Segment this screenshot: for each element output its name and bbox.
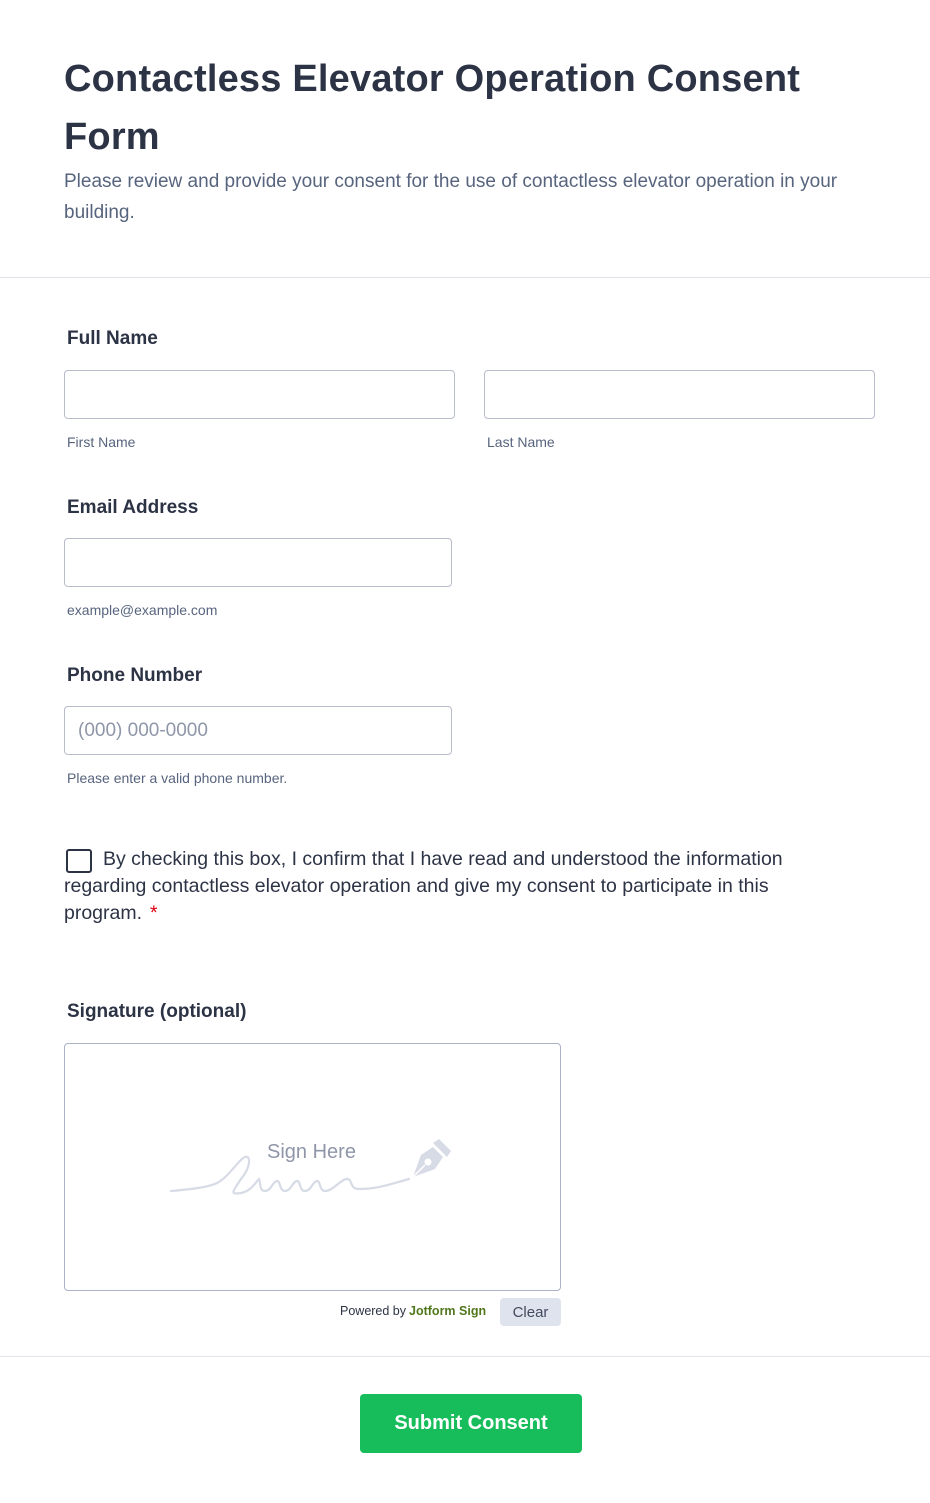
email-input[interactable] bbox=[65, 539, 451, 586]
jotform-sign-brand[interactable]: Jotform Sign bbox=[409, 1304, 486, 1318]
email-sublabel: example@example.com bbox=[67, 602, 218, 618]
signature-label: Signature (optional) bbox=[67, 1001, 247, 1022]
clear-signature-button[interactable]: Clear bbox=[500, 1298, 561, 1326]
phone-input[interactable] bbox=[65, 707, 451, 754]
phone-field[interactable] bbox=[64, 706, 452, 755]
first-name-input[interactable] bbox=[65, 371, 454, 418]
submit-button[interactable]: Submit Consent bbox=[360, 1394, 582, 1453]
page-subtitle: Please review and provide your consent f… bbox=[64, 171, 838, 223]
page-title: Contactless Elevator Operation Consent F… bbox=[64, 58, 801, 158]
email-label: Email Address bbox=[67, 497, 199, 518]
form-card: Contactless Elevator Operation Consent F… bbox=[0, 0, 930, 1503]
pen-nib-icon bbox=[412, 1139, 451, 1178]
full-name-label: Full Name bbox=[67, 328, 158, 349]
footer-divider bbox=[0, 1356, 930, 1357]
form-header: Contactless Elevator Operation Consent F… bbox=[0, 0, 930, 278]
required-asterisk: * bbox=[150, 902, 158, 924]
last-name-input[interactable] bbox=[485, 371, 874, 418]
last-name-sublabel: Last Name bbox=[487, 434, 555, 450]
phone-sublabel: Please enter a valid phone number. bbox=[67, 770, 288, 786]
phone-label: Phone Number bbox=[67, 665, 203, 686]
first-name-sublabel: First Name bbox=[67, 434, 136, 450]
signature-pad[interactable]: Sign Here bbox=[64, 1043, 561, 1291]
consent-text: By checking this box, I confirm that I h… bbox=[64, 848, 783, 924]
powered-by: Powered by Jotform Sign bbox=[340, 1304, 486, 1318]
consent-text-block: By checking this box, I confirm that I h… bbox=[64, 846, 824, 927]
powered-by-prefix: Powered by bbox=[340, 1304, 407, 1318]
email-field[interactable] bbox=[64, 538, 452, 587]
last-name-field[interactable] bbox=[484, 370, 875, 419]
first-name-field[interactable] bbox=[64, 370, 455, 419]
